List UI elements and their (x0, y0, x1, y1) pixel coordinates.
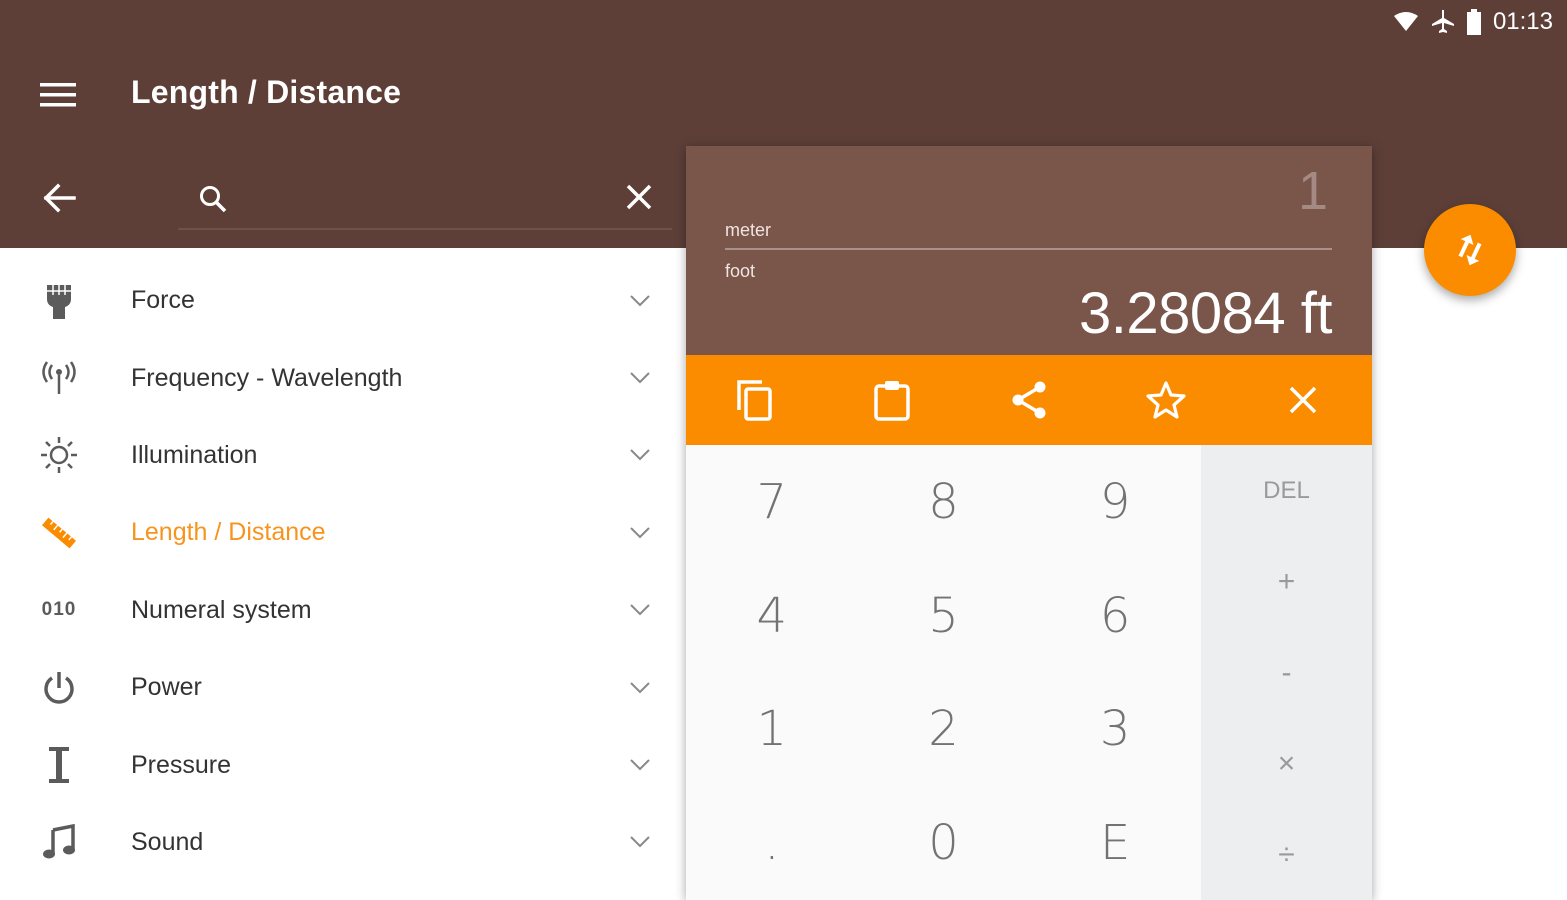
category-item-sound[interactable]: Sound (0, 804, 686, 881)
chevron-down-icon[interactable] (628, 447, 652, 463)
copy-button[interactable] (733, 378, 777, 422)
close-icon (1290, 386, 1317, 414)
from-unit-selector[interactable]: meter (725, 220, 771, 241)
search-icon (200, 186, 227, 213)
close-button[interactable] (1281, 378, 1325, 422)
airplane-icon (1431, 10, 1454, 33)
wifi-icon (1393, 12, 1418, 31)
share-button[interactable] (1007, 378, 1051, 422)
paste-icon (874, 381, 910, 421)
converter-card: 1 meter foot 3.28084 ft 7 8 9 4 5 6 1 2 … (686, 146, 1372, 900)
battery-icon (1466, 9, 1481, 35)
status-bar: 01:13 (1393, 6, 1553, 38)
menu-icon[interactable] (40, 80, 78, 110)
numeral-icon: 010 (38, 589, 80, 631)
category-list: Force Frequency - Wavelength Illuminatio… (0, 262, 686, 881)
key-decimal[interactable]: . (686, 786, 858, 900)
fist-icon (38, 280, 80, 322)
conversion-result: 3.28084 ft (1079, 281, 1333, 346)
swap-units-button[interactable] (1424, 204, 1516, 296)
key-1[interactable]: 1 (686, 673, 858, 787)
numeral-icon-text: 010 (41, 599, 77, 621)
category-item-pressure[interactable]: Pressure (0, 726, 686, 803)
key-0[interactable]: 0 (858, 786, 1030, 900)
search-input[interactable] (242, 178, 616, 220)
operator-keys: DEL + - × ÷ (1201, 445, 1372, 900)
favorite-button[interactable] (1144, 378, 1188, 422)
action-bar (686, 355, 1372, 445)
category-item-numeral-system[interactable]: 010 Numeral system (0, 572, 686, 649)
chevron-down-icon[interactable] (628, 680, 652, 696)
category-label: Force (131, 286, 195, 315)
key-8[interactable]: 8 (858, 445, 1030, 559)
category-item-force[interactable]: Force (0, 262, 686, 339)
sun-icon (38, 434, 80, 476)
category-item-power[interactable]: Power (0, 649, 686, 726)
category-label: Sound (131, 827, 204, 856)
chevron-down-icon[interactable] (628, 834, 652, 850)
to-unit-selector[interactable]: foot (725, 261, 755, 282)
divider (725, 248, 1332, 250)
share-icon (1012, 381, 1046, 419)
plus-button[interactable]: + (1201, 536, 1372, 627)
chevron-down-icon[interactable] (628, 525, 652, 541)
chevron-down-icon[interactable] (628, 293, 652, 309)
chevron-down-icon[interactable] (628, 757, 652, 773)
conversion-panel: 1 meter foot 3.28084 ft (686, 146, 1372, 355)
keypad: 7 8 9 4 5 6 1 2 3 . 0 E DEL + - × ÷ (686, 445, 1372, 900)
key-4[interactable]: 4 (686, 559, 858, 673)
paste-button[interactable] (870, 378, 914, 422)
status-time: 01:13 (1492, 8, 1553, 35)
minus-button[interactable]: - (1201, 627, 1372, 718)
category-label: Numeral system (131, 595, 312, 624)
ruler-icon (38, 512, 80, 554)
search-bar (178, 168, 672, 230)
key-exponent[interactable]: E (1029, 786, 1201, 900)
key-7[interactable]: 7 (686, 445, 858, 559)
antenna-icon (38, 357, 80, 399)
chevron-down-icon[interactable] (628, 602, 652, 618)
power-icon (38, 667, 80, 709)
divide-button[interactable]: ÷ (1201, 809, 1372, 900)
input-value[interactable]: 1 (1298, 160, 1328, 222)
category-item-illumination[interactable]: Illumination (0, 417, 686, 494)
delete-button[interactable]: DEL (1201, 445, 1372, 536)
chevron-down-icon[interactable] (628, 370, 652, 386)
category-label: Power (131, 673, 202, 702)
digit-keys: 7 8 9 4 5 6 1 2 3 . 0 E (686, 445, 1201, 900)
multiply-button[interactable]: × (1201, 718, 1372, 809)
category-label: Illumination (131, 440, 258, 469)
clear-search-icon[interactable] (624, 182, 654, 212)
page-title: Length / Distance (131, 74, 402, 110)
favorite-star-icon (1146, 381, 1186, 419)
category-label: Frequency - Wavelength (131, 363, 403, 392)
key-3[interactable]: 3 (1029, 673, 1201, 787)
music-note-icon (38, 821, 80, 863)
copy-icon (736, 380, 772, 421)
key-9[interactable]: 9 (1029, 445, 1201, 559)
key-5[interactable]: 5 (858, 559, 1030, 673)
pressure-icon (38, 744, 80, 786)
back-arrow-icon[interactable] (42, 180, 78, 216)
swap-arrows-icon (1458, 234, 1482, 266)
key-2[interactable]: 2 (858, 673, 1030, 787)
key-6[interactable]: 6 (1029, 559, 1201, 673)
category-item-length[interactable]: Length / Distance (0, 494, 686, 571)
category-item-frequency[interactable]: Frequency - Wavelength (0, 339, 686, 416)
category-label: Length / Distance (131, 518, 326, 547)
category-label: Pressure (131, 750, 232, 779)
